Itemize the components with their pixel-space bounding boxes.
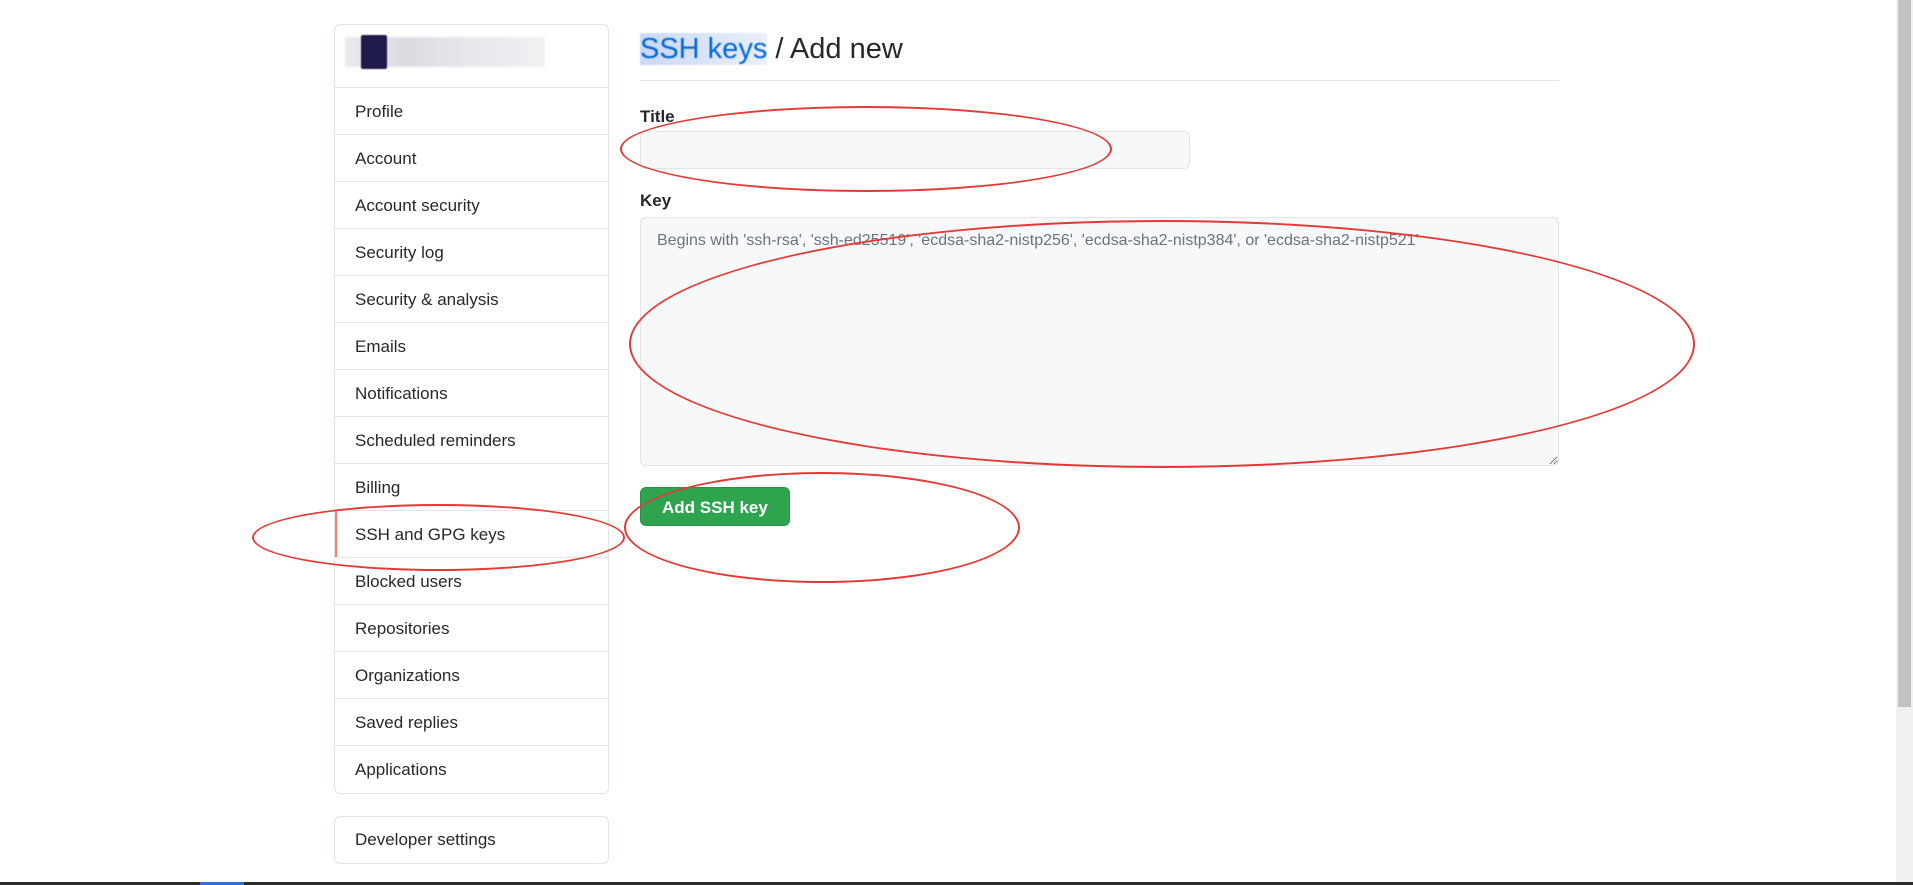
sidebar-item-billing[interactable]: Billing xyxy=(335,464,608,511)
settings-sidebar: Profile Account Account security Securit… xyxy=(334,24,609,794)
sidebar-item-saved-replies[interactable]: Saved replies xyxy=(335,699,608,746)
sidebar-item-developer-settings[interactable]: Developer settings xyxy=(335,817,608,863)
breadcrumb-ssh-keys-link[interactable]: SSH keys xyxy=(640,33,768,65)
sidebar-item-scheduled-reminders[interactable]: Scheduled reminders xyxy=(335,417,608,464)
key-textarea[interactable] xyxy=(640,217,1559,466)
page-title: SSH keys / Add new xyxy=(640,24,1560,81)
title-input[interactable] xyxy=(640,131,1190,169)
sidebar-item-applications[interactable]: Applications xyxy=(335,746,608,793)
sidebar-item-account-security[interactable]: Account security xyxy=(335,182,608,229)
sidebar-item-profile[interactable]: Profile xyxy=(335,88,608,135)
sidebar-item-organizations[interactable]: Organizations xyxy=(335,652,608,699)
sidebar-item-blocked-users[interactable]: Blocked users xyxy=(335,558,608,605)
sidebar-item-security-analysis[interactable]: Security & analysis xyxy=(335,276,608,323)
sidebar-item-emails[interactable]: Emails xyxy=(335,323,608,370)
page: Profile Account Account security Securit… xyxy=(0,0,1913,885)
title-label: Title xyxy=(640,107,675,126)
sidebar-item-account[interactable]: Account xyxy=(335,135,608,182)
avatar[interactable] xyxy=(361,35,387,69)
breadcrumb-current: Add new xyxy=(789,33,903,65)
key-label: Key xyxy=(640,191,672,210)
sidebar-item-repositories[interactable]: Repositories xyxy=(335,605,608,652)
scrollbar-thumb[interactable] xyxy=(1898,0,1911,707)
sidebar-item-security-log[interactable]: Security log xyxy=(335,229,608,276)
breadcrumb-separator: / xyxy=(767,33,790,65)
add-ssh-key-button[interactable]: Add SSH key xyxy=(640,487,790,526)
vertical-scrollbar[interactable] xyxy=(1896,0,1913,885)
user-header xyxy=(335,25,608,88)
main-content: SSH keys / Add new Title Key Add SSH key xyxy=(640,24,1560,526)
sidebar-item-ssh-gpg-keys[interactable]: SSH and GPG keys xyxy=(335,511,608,558)
sidebar-item-notifications[interactable]: Notifications xyxy=(335,370,608,417)
developer-settings-box: Developer settings xyxy=(334,816,609,864)
